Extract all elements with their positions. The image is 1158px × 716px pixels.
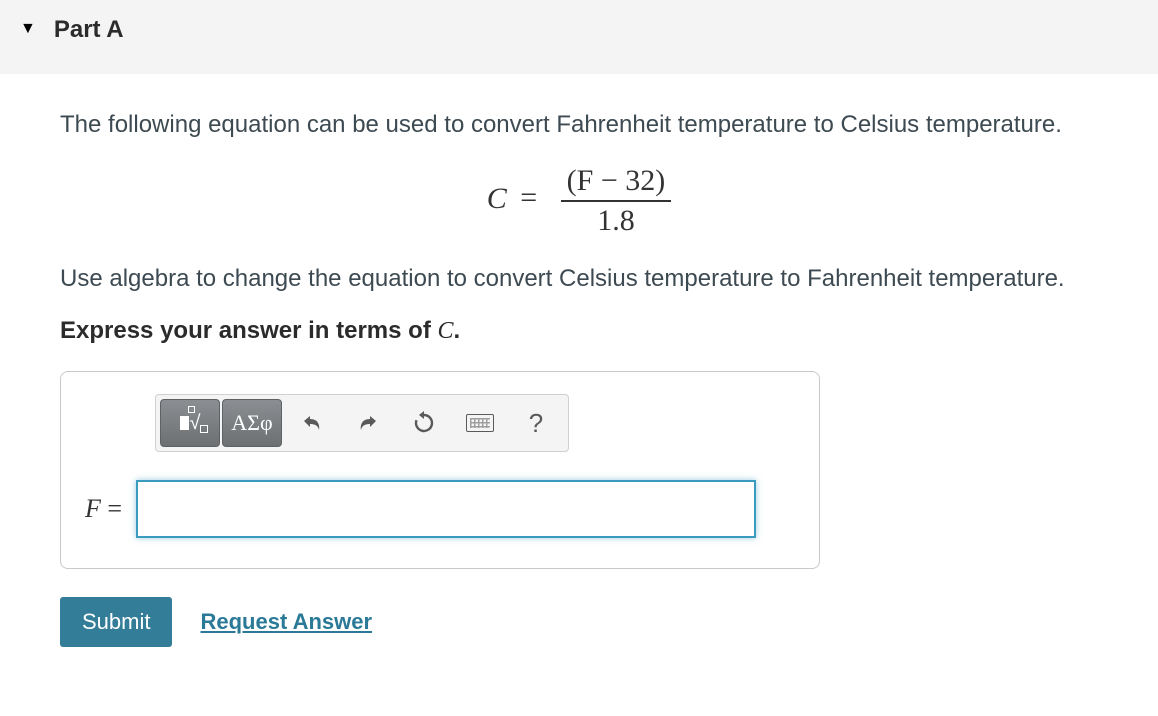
request-answer-link[interactable]: Request Answer: [200, 609, 372, 635]
redo-button[interactable]: [340, 399, 396, 447]
part-header: ▼ Part A: [0, 0, 1158, 74]
equation-lhs: C: [487, 181, 507, 214]
part-title: Part A: [54, 16, 124, 44]
instruction-prefix: Express your answer in terms of: [60, 317, 437, 344]
redo-icon: [356, 413, 380, 433]
templates-button[interactable]: √: [160, 399, 220, 447]
reset-icon: [412, 411, 436, 435]
answer-instruction: Express your answer in terms of C.: [60, 317, 1098, 345]
action-row: Submit Request Answer: [60, 597, 1098, 647]
templates-icon: √: [180, 412, 201, 435]
undo-icon: [300, 413, 324, 433]
equation-display: C = (F − 32) 1.8: [60, 164, 1098, 238]
answer-input-row: F =: [85, 480, 795, 538]
greek-symbols-button[interactable]: ΑΣφ: [222, 399, 282, 447]
equation-equals: =: [520, 181, 537, 214]
submit-button[interactable]: Submit: [60, 597, 172, 647]
prompt-task: Use algebra to change the equation to co…: [60, 262, 1098, 296]
answer-lhs: F =: [85, 494, 122, 524]
question-content: The following equation can be used to co…: [0, 74, 1158, 667]
collapse-toggle-icon[interactable]: ▼: [20, 20, 36, 38]
answer-lhs-var: F: [85, 494, 101, 523]
greek-symbols-label: ΑΣφ: [231, 410, 272, 436]
reset-button[interactable]: [396, 399, 452, 447]
instruction-variable: C: [437, 318, 453, 344]
equation-fraction: (F − 32) 1.8: [561, 164, 672, 238]
help-button[interactable]: ?: [508, 399, 564, 447]
answer-input[interactable]: [136, 480, 756, 538]
keyboard-icon: [466, 414, 494, 432]
prompt-intro: The following equation can be used to co…: [60, 108, 1098, 142]
help-icon: ?: [529, 408, 543, 439]
keyboard-button[interactable]: [452, 399, 508, 447]
answer-equals: =: [101, 494, 122, 523]
instruction-suffix: .: [454, 317, 461, 344]
equation-denominator: 1.8: [561, 202, 672, 238]
equation-numerator: (F − 32): [561, 164, 672, 202]
equation-toolbar: √ ΑΣφ: [155, 394, 569, 452]
undo-button[interactable]: [284, 399, 340, 447]
answer-panel: √ ΑΣφ: [60, 371, 820, 569]
